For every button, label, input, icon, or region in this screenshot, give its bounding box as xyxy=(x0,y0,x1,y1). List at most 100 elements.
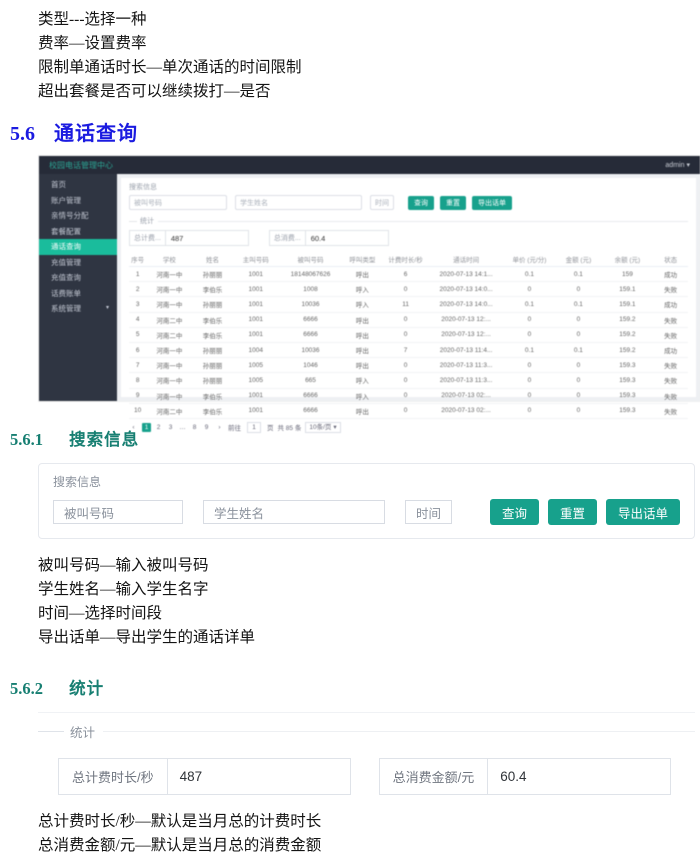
table-cell: 2020-07-13 12:... xyxy=(429,312,504,327)
sidebar-item[interactable]: 账户管理 xyxy=(39,193,117,209)
username: admin xyxy=(665,162,684,169)
table-cell: 0 xyxy=(383,327,429,342)
table-cell: 0 xyxy=(504,403,556,418)
search-field[interactable]: 时间 xyxy=(405,500,452,524)
table-cell: 1001 xyxy=(233,327,279,342)
search-field[interactable]: 被叫号码 xyxy=(53,500,183,524)
query-button[interactable]: 查询 xyxy=(408,196,434,210)
pagination: ‹ 123…89 › 前往 1 页 共 85 条 10条/页 ▾ xyxy=(129,422,688,433)
export-button[interactable]: 导出话单 xyxy=(606,499,680,525)
call-table-body: 1河南一中孙丽丽100118148067626呼出62020-07-13 14:… xyxy=(129,267,688,419)
jump-unit: 页 xyxy=(267,422,274,432)
table-cell: 0 xyxy=(383,373,429,388)
table-cell: 6666 xyxy=(279,312,342,327)
stat-label: 总消费... xyxy=(269,230,306,246)
sidebar-item-label: 充值查询 xyxy=(51,270,81,286)
sidebar-item[interactable]: 话费账单 xyxy=(39,286,117,302)
page-next[interactable]: › xyxy=(215,423,224,432)
table-cell: 159.3 xyxy=(601,388,653,403)
table-cell: 6 xyxy=(383,267,429,282)
page-number[interactable]: 8 xyxy=(190,423,199,432)
sidebar: 首页 账户管理 亲情号分配 套餐配置 xyxy=(39,174,117,401)
sidebar-item[interactable]: 系统管理 ▾ xyxy=(39,301,117,317)
search-field[interactable]: 学生姓名 xyxy=(235,195,362,210)
sidebar-item[interactable]: 充值管理 xyxy=(39,255,117,271)
table-cell: 159.1 xyxy=(601,297,653,312)
query-button[interactable]: 查询 xyxy=(490,499,539,525)
page-size-select[interactable]: 10条/页 ▾ xyxy=(305,422,340,433)
table-row: 5河南二中李伯乐10016666呼出02020-07-13 12:...0015… xyxy=(129,327,688,342)
table-cell: 6666 xyxy=(279,388,342,403)
table-cell: 李伯乐 xyxy=(192,388,232,403)
sidebar-item[interactable]: 亲情号分配 xyxy=(39,208,117,224)
table-cell: 1008 xyxy=(279,282,342,297)
intro-paragraph: 类型---选择一种费率—设置费率限制单通话时长—单次通话的时间限制超出套餐是否可… xyxy=(38,8,700,104)
search-panel-legend: 搜索信息 xyxy=(53,473,680,490)
jump-input[interactable]: 1 xyxy=(247,422,261,433)
sidebar-item[interactable]: 首页 xyxy=(39,177,117,193)
column-header: 呼叫类型 xyxy=(342,251,382,267)
sidebar-item-label: 套餐配置 xyxy=(51,224,81,240)
search-field[interactable]: 被叫号码 xyxy=(129,195,227,210)
table-cell: 0 xyxy=(383,403,429,418)
table-row: 2河南一中李伯乐10011008呼入02020-07-13 14:0...001… xyxy=(129,282,688,297)
page-number[interactable]: 2 xyxy=(154,423,163,432)
table-cell: 2020-07-13 14:1... xyxy=(429,267,504,282)
table-cell: 2020-07-13 11:4... xyxy=(429,342,504,357)
table-cell: 665 xyxy=(279,373,342,388)
table-cell: 0 xyxy=(504,327,556,342)
note-line: 学生姓名—输入学生名字 xyxy=(38,578,700,602)
table-cell: 0 xyxy=(383,312,429,327)
page-number[interactable]: 9 xyxy=(202,423,211,432)
user-menu[interactable]: admin ▾ xyxy=(665,161,690,169)
table-cell: 河南一中 xyxy=(146,358,192,373)
call-table-head-row: 序号学校姓名主叫号码被叫号码呼叫类型计费时长/秒通话时间单价 (元/分)金额 (… xyxy=(129,251,688,267)
table-cell: 3 xyxy=(129,297,146,312)
table-cell: 0.1 xyxy=(504,342,556,357)
search-field[interactable]: 时间 xyxy=(370,195,394,210)
reset-button[interactable]: 重置 xyxy=(440,196,466,210)
table-cell: 6666 xyxy=(279,327,342,342)
table-cell: 李伯乐 xyxy=(192,403,232,418)
sidebar-item[interactable]: 套餐配置 xyxy=(39,224,117,240)
export-button[interactable]: 导出话单 xyxy=(472,196,512,210)
table-cell: 孙丽丽 xyxy=(192,297,232,312)
stats-panel-legend-label: 统计 xyxy=(70,722,95,741)
table-cell: 孙丽丽 xyxy=(192,373,232,388)
table-cell: 孙丽丽 xyxy=(192,267,232,282)
stat-value: 60.4 xyxy=(488,758,671,795)
table-cell: 河南二中 xyxy=(146,403,192,418)
table-row: 8河南一中孙丽丽1005665呼入02020-07-13 11:3...0015… xyxy=(129,373,688,388)
table-cell: 11 xyxy=(383,297,429,312)
sidebar-item[interactable]: 通话查询 xyxy=(39,239,117,255)
stats-row: 总计费... 487 总消费... 60.4 xyxy=(129,230,688,246)
table-cell: 李伯乐 xyxy=(192,327,232,342)
embedded-screenshot: 校园电话管理中心 admin ▾ 首页 账户管理 亲情号分配 xyxy=(39,156,700,401)
table-cell: 0 xyxy=(555,358,601,373)
page-number[interactable]: … xyxy=(178,423,187,432)
table-cell: 1001 xyxy=(233,267,279,282)
reset-button[interactable]: 重置 xyxy=(548,499,597,525)
table-cell: 孙丽丽 xyxy=(192,342,232,357)
stat-total-duration: 总计费时长/秒 487 xyxy=(58,758,351,795)
page-number[interactable]: 1 xyxy=(142,423,151,432)
sidebar-item[interactable]: 充值查询 xyxy=(39,270,117,286)
stat-value: 487 xyxy=(166,230,249,246)
table-cell: 1001 xyxy=(233,297,279,312)
search-field[interactable]: 学生姓名 xyxy=(203,500,385,524)
table-cell: 1001 xyxy=(233,388,279,403)
table-cell: 失败 xyxy=(653,358,688,373)
sidebar-item-label: 话费账单 xyxy=(51,286,81,302)
table-cell: 河南一中 xyxy=(146,342,192,357)
heading-number: 5.6.2 xyxy=(10,679,43,698)
table-cell: 159.2 xyxy=(601,342,653,357)
table-row: 4河南二中李伯乐10016666呼出02020-07-13 12:...0015… xyxy=(129,312,688,327)
page-prev[interactable]: ‹ xyxy=(129,423,138,432)
table-cell: 河南二中 xyxy=(146,312,192,327)
page-number[interactable]: 3 xyxy=(166,423,175,432)
stats-legend: 统计 xyxy=(129,216,688,226)
table-cell: 河南一中 xyxy=(146,297,192,312)
table-cell: 0 xyxy=(504,282,556,297)
table-cell: 159.3 xyxy=(601,403,653,418)
table-cell: 0 xyxy=(504,388,556,403)
